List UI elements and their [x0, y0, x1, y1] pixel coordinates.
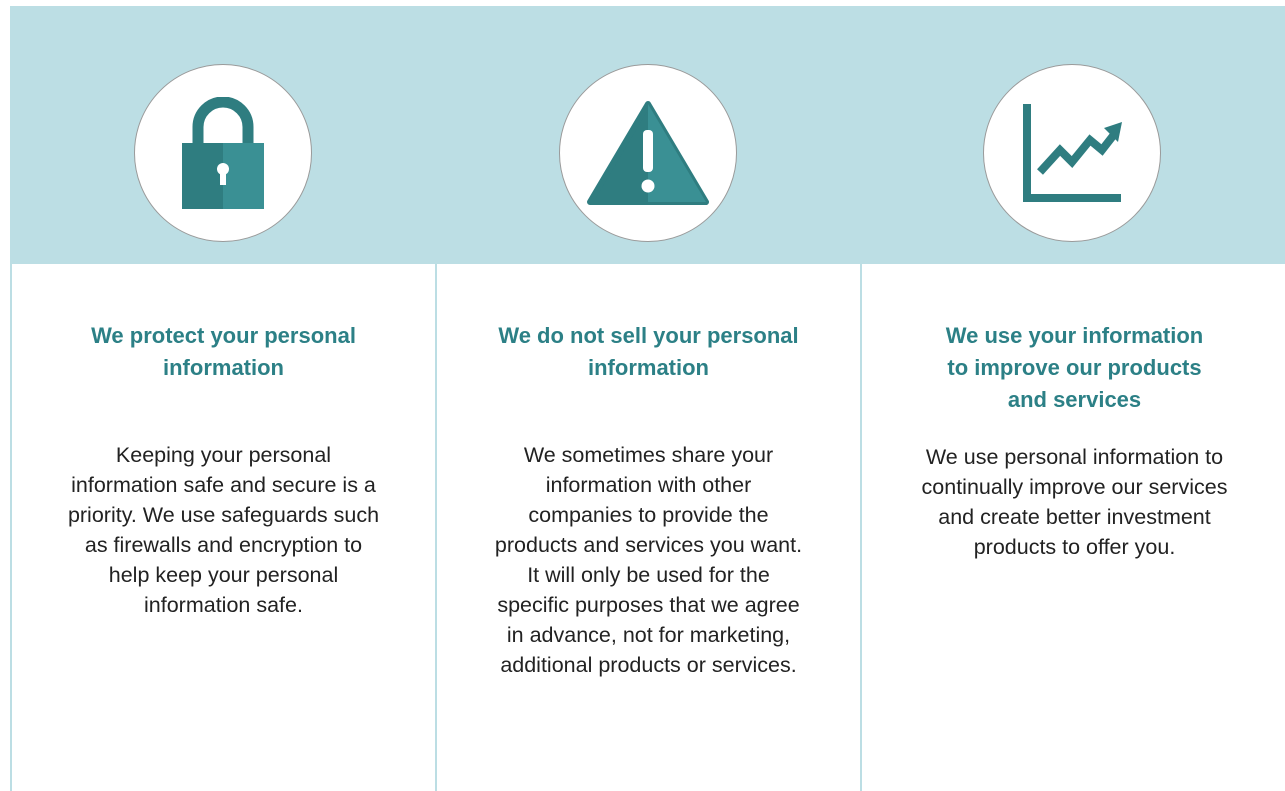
- heading-line: We use your information: [945, 323, 1204, 348]
- warning-icon: [587, 101, 709, 205]
- heading-line: We protect your personal: [91, 323, 356, 348]
- heading-line: to improve our products: [947, 355, 1202, 380]
- body-line: specific purposes that we agree: [497, 593, 800, 617]
- body-line: products to offer you.: [973, 535, 1176, 559]
- column-improve: We use your information to improve our p…: [862, 264, 1285, 562]
- body-line: We sometimes share your: [523, 443, 774, 467]
- column-heading: We protect your personal information: [54, 320, 394, 384]
- warning-icon-circle: [559, 64, 737, 242]
- body-line: and create better investment: [938, 505, 1211, 529]
- growth-chart-icon: [1023, 104, 1122, 202]
- body-line: We use personal information to: [925, 445, 1224, 469]
- body-line: information with other: [545, 473, 752, 497]
- column-heading: We use your information to improve our p…: [905, 320, 1245, 416]
- body-line: companies to provide the: [528, 503, 769, 527]
- heading-line: information: [588, 355, 709, 380]
- column-no-sell: We do not sell your personal information…: [436, 264, 861, 680]
- column-body: We use personal information to continual…: [870, 442, 1280, 562]
- padlock-icon-circle: [134, 64, 312, 242]
- padlock-icon: [182, 97, 264, 209]
- body-line: as firewalls and encryption to: [84, 533, 363, 557]
- growth-chart-icon-circle: [983, 64, 1161, 242]
- body-line: continually improve our services: [921, 475, 1228, 499]
- body-line: information safe and secure is a: [71, 473, 376, 497]
- body-line: in advance, not for marketing,: [506, 623, 791, 647]
- column-body: Keeping your personal information safe a…: [44, 440, 404, 620]
- privacy-highlights-panel: We protect your personal information Kee…: [0, 0, 1285, 791]
- heading-line: information: [163, 355, 284, 380]
- body-line: It will only be used for the: [527, 563, 770, 587]
- body-line: Keeping your personal: [115, 443, 332, 467]
- heading-line: and services: [1007, 387, 1142, 412]
- body-line: products and services you want.: [494, 533, 803, 557]
- column-body: We sometimes share your information with…: [459, 440, 839, 680]
- body-line: information safe.: [144, 593, 303, 617]
- column-heading: We do not sell your personal information: [459, 320, 839, 384]
- column-protect: We protect your personal information Kee…: [11, 264, 436, 620]
- body-line: help keep your personal: [108, 563, 339, 587]
- body-line: priority. We use safeguards such: [67, 503, 380, 527]
- heading-line: We do not sell your personal: [498, 323, 799, 348]
- body-line: additional products or services.: [500, 653, 797, 677]
